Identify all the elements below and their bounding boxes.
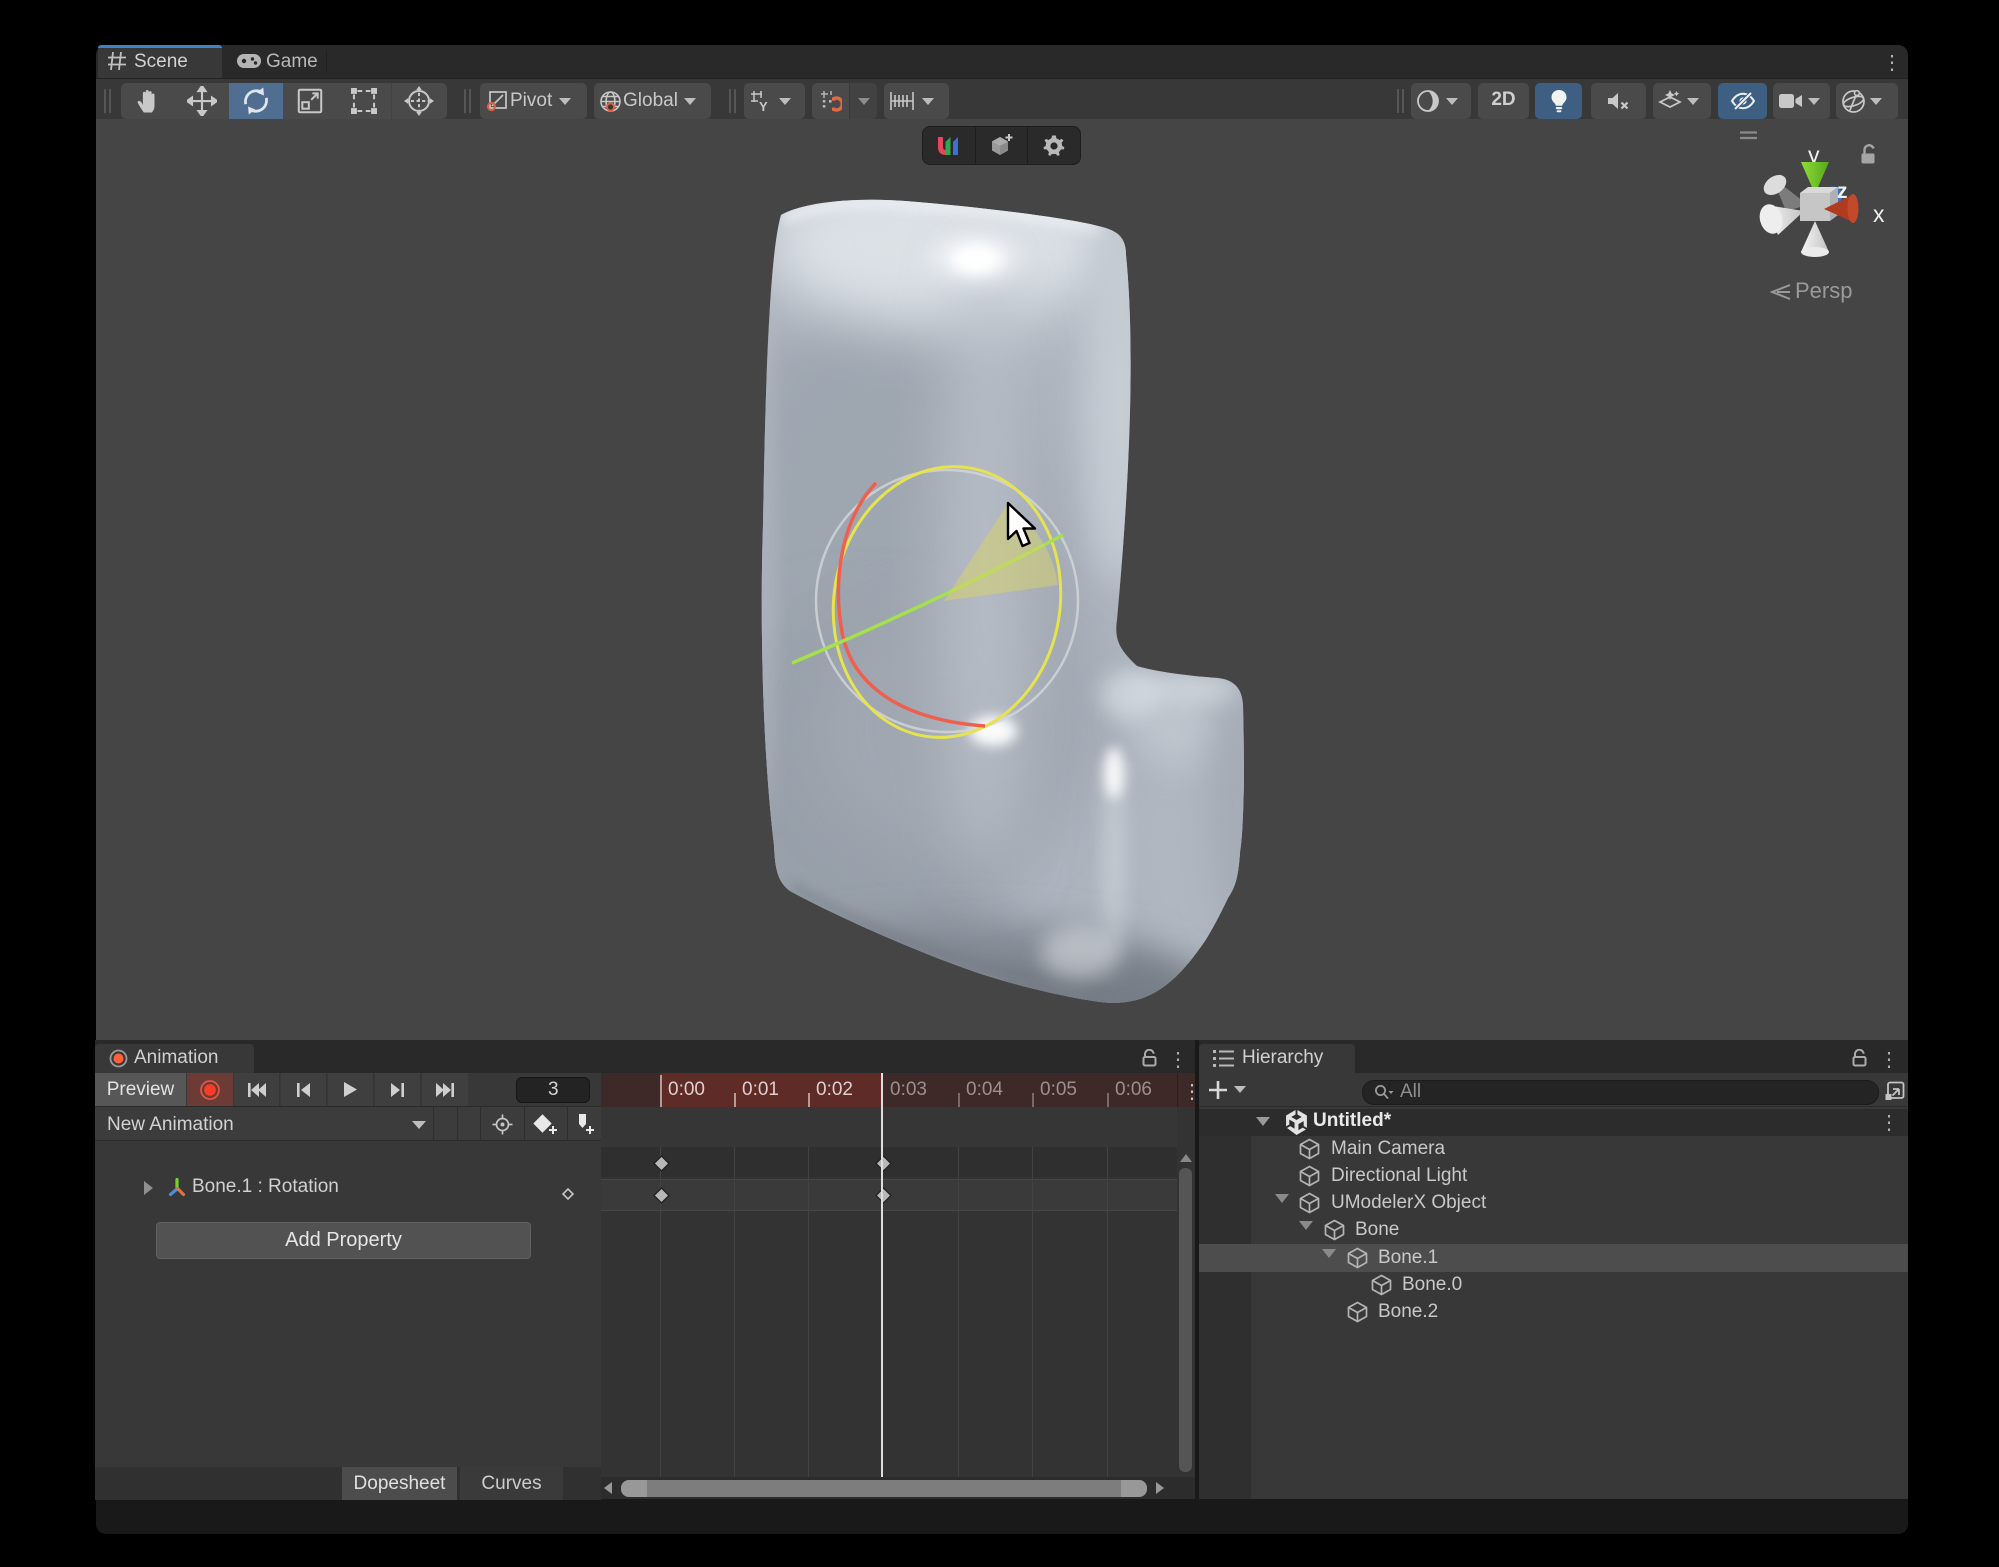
svg-text:x: x <box>1873 201 1885 227</box>
svg-text:z: z <box>1837 180 1848 203</box>
svg-text:Y: Y <box>759 99 768 112</box>
